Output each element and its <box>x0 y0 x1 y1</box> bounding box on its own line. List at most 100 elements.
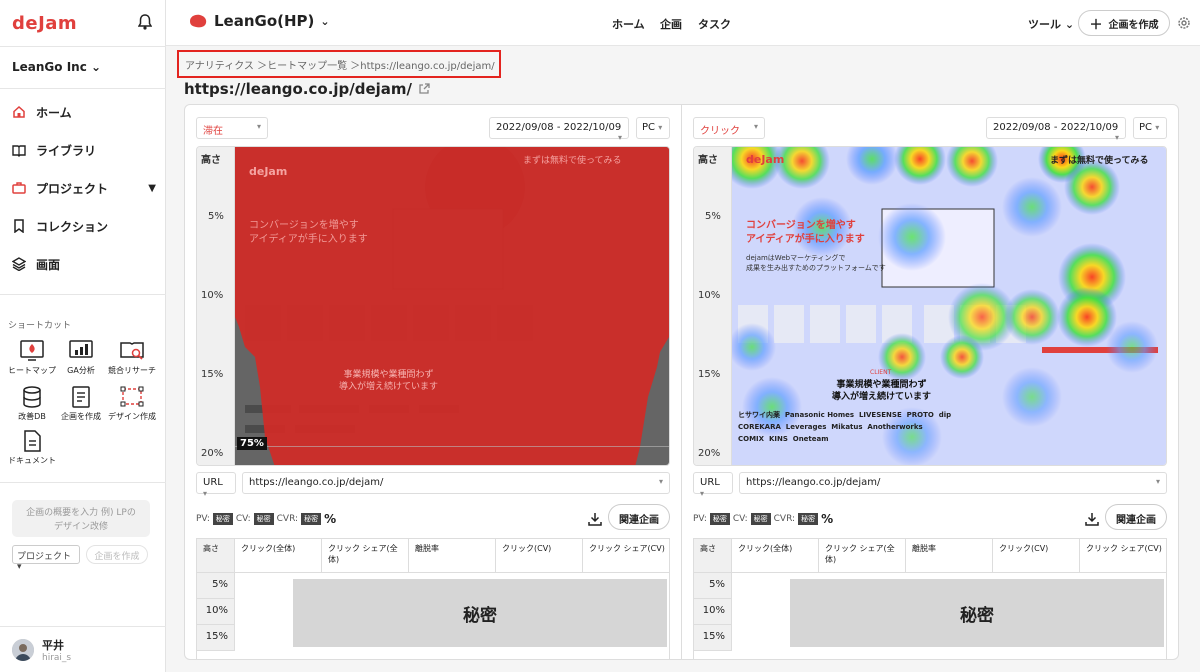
download-icon[interactable] <box>588 512 602 526</box>
plan-summary-input[interactable]: 企画の概要を入力 例) LPのデザイン改修 <box>12 500 150 537</box>
shortcut-heatmap[interactable]: ヒートマップ <box>8 340 56 376</box>
client-logo: Panasonic Homes <box>784 411 855 419</box>
url-select-label: URL <box>700 477 720 488</box>
date-range-select[interactable]: 2022/09/08 - 2022/10/09 ▾ <box>986 117 1126 142</box>
external-link-icon[interactable] <box>418 83 430 95</box>
site-headline-line: コンバージョンを増やす <box>249 220 359 231</box>
shortcut-create-plan-label: 企画を作成 <box>61 412 101 421</box>
url-select[interactable]: URL ▾ <box>693 472 733 498</box>
site-client-heading: 事業規模や業種問わず 導入が増え続けています <box>832 379 931 403</box>
nav-project[interactable]: プロジェクト ▼ <box>12 176 156 200</box>
table-row: 5% <box>694 573 732 599</box>
shortcut-heatmap-label: ヒートマップ <box>8 366 56 375</box>
project-select[interactable]: プロジェクト ▾ <box>12 545 80 572</box>
cvr-unit: % <box>821 512 834 526</box>
project-switcher[interactable]: LeanGo(HP) ⌄ <box>188 12 330 30</box>
user-profile[interactable]: 平井 hirai_s <box>12 637 71 663</box>
breadcrumb[interactable]: アナリティクス ＞ヒートマップ一覧 ＞https://leango.co.jp/… <box>177 50 501 78</box>
nav-collection[interactable]: コレクション <box>12 214 156 238</box>
dejam-logo[interactable]: deJam <box>12 13 77 34</box>
nav-library[interactable]: ライブラリ <box>12 138 156 162</box>
stay-heatmap-overlay <box>235 147 669 465</box>
date-range-select[interactable]: 2022/09/08 - 2022/10/09 ▾ <box>489 117 629 142</box>
table-header: 高さ <box>694 539 732 573</box>
device-select[interactable]: PC ▾ <box>1133 117 1167 139</box>
device-label: PC <box>642 122 656 133</box>
mode-select[interactable]: 滞在 ▾ <box>196 117 268 139</box>
client-logo: KINS <box>768 435 788 443</box>
org-selector[interactable]: LeanGo Inc ⌄ <box>12 60 101 74</box>
page-screenshot: deJam まずは無料で使ってみる コンバージョンを増やす アイディアが手に入りま… <box>732 147 1166 465</box>
site-client-line: 事業規模や業種問わず <box>343 370 434 380</box>
table-row: 10% <box>197 599 235 625</box>
shortcut-create-plan[interactable]: 企画を作成 <box>57 386 105 422</box>
page-title-text: https://leango.co.jp/dejam/ <box>184 80 413 98</box>
related-plan-button[interactable]: 関連企画 <box>1105 504 1167 530</box>
shortcut-design[interactable]: デザイン作成 <box>106 386 158 422</box>
research-icon <box>120 342 144 360</box>
url-value: https://leango.co.jp/dejam/ <box>746 477 881 488</box>
site-headline-line: コンバージョンを増やす <box>746 220 856 231</box>
create-plan-top-button[interactable]: ＋ 企画を作成 <box>1078 10 1170 36</box>
shortcut-ga[interactable]: GA分析 <box>57 340 105 376</box>
database-icon <box>23 386 41 408</box>
user-id: hirai_s <box>42 653 72 663</box>
chevron-down-icon: ⌄ <box>91 60 102 74</box>
height-ruler: 高さ 5% 10% 15% 20% <box>694 147 732 465</box>
secret-mask: 秘密 <box>293 579 667 647</box>
topnav-task[interactable]: タスク <box>698 16 731 32</box>
tools-label: ツール <box>1028 18 1061 31</box>
shortcut-kaizen-db[interactable]: 改善DB <box>8 386 56 422</box>
shortcut-research[interactable]: 競合リサーチ <box>106 340 158 376</box>
top-bar: LeanGo(HP) ⌄ ホーム 企画 タスク ツール ⌄ ＋ 企画を作成 <box>166 0 1200 46</box>
cv-secret: 秘密 <box>253 513 274 525</box>
url-dropdown[interactable]: https://leango.co.jp/dejam/▾ <box>242 472 670 494</box>
layers-icon <box>12 257 26 271</box>
heatmap-panel-stay: 滞在 ▾ 2022/09/08 - 2022/10/09 ▾ PC ▾ 高さ 5% … <box>196 104 670 660</box>
page-title: https://leango.co.jp/dejam/ <box>184 80 430 98</box>
bell-icon[interactable] <box>138 14 152 30</box>
topnav-home[interactable]: ホーム <box>612 16 645 32</box>
gear-icon[interactable] <box>1176 15 1192 31</box>
create-plan-top-label: 企画を作成 <box>1108 19 1159 31</box>
org-name: LeanGo Inc <box>12 60 87 74</box>
pv-label: PV: <box>196 514 210 524</box>
shortcut-document[interactable]: ドキュメント <box>8 430 56 466</box>
height-label: 20% <box>201 448 224 459</box>
table-row: 5% <box>197 573 235 599</box>
site-logo-text: deJam <box>746 153 785 166</box>
height-label: 15% <box>698 369 721 380</box>
device-select[interactable]: PC ▾ <box>636 117 670 139</box>
create-plan-button[interactable]: 企画を作成 <box>86 545 148 564</box>
related-plan-button[interactable]: 関連企画 <box>608 504 670 530</box>
site-logo-text: deJam <box>249 165 288 178</box>
mode-select[interactable]: クリック ▾ <box>693 117 765 139</box>
nav-screen[interactable]: 画面 <box>12 252 156 276</box>
project-name: LeanGo(HP) <box>214 12 315 30</box>
tools-menu[interactable]: ツール ⌄ <box>1028 16 1074 32</box>
url-dropdown[interactable]: https://leango.co.jp/dejam/▾ <box>739 472 1167 494</box>
client-logo: Anotherworks <box>867 423 923 431</box>
nav-home[interactable]: ホーム <box>12 100 156 124</box>
date-range-label: 2022/09/08 - 2022/10/09 <box>993 122 1119 133</box>
site-headline: コンバージョンを増やす アイディアが手に入ります <box>746 219 865 247</box>
site-sub: dejamはWebマーケティングで 成果を生み出すためのプラットフォームです <box>746 253 886 273</box>
secret-mask: 秘密 <box>790 579 1164 647</box>
caret-down-icon[interactable]: ▼ <box>148 183 156 194</box>
client-logo: COREKARA <box>738 423 781 431</box>
data-table: 高さ クリック(全体) クリック シェア(全体) 離脱率 クリック(CV) クリ… <box>693 538 1167 660</box>
shortcut-ga-label: GA分析 <box>67 366 95 375</box>
chevron-down-icon: ⌄ <box>320 14 330 28</box>
user-name: 平井 <box>42 639 64 652</box>
url-select-label: URL <box>203 477 223 488</box>
download-icon[interactable] <box>1085 512 1099 526</box>
heatmap-view[interactable]: 高さ 5% 10% 15% 20% deJam まずは無料で使ってみる コンバー… <box>196 146 670 466</box>
plus-icon: ＋ <box>1089 17 1103 33</box>
topnav-plan[interactable]: 企画 <box>660 16 682 32</box>
briefcase-icon <box>12 182 26 194</box>
site-client-tag: CLIENT <box>870 369 892 376</box>
table-header: クリック(CV) <box>993 539 1080 573</box>
site-sub-line: 成果を生み出すためのプラットフォームです <box>746 264 886 272</box>
url-select[interactable]: URL ▾ <box>196 472 236 498</box>
heatmap-view[interactable]: 高さ 5% 10% 15% 20% deJam まずは無料で使ってみる コンバー… <box>693 146 1167 466</box>
